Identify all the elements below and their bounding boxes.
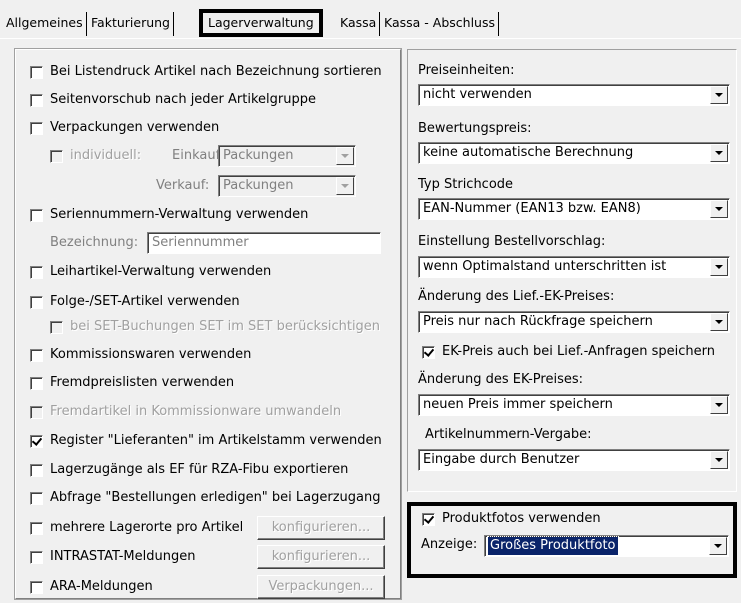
checkbox-box[interactable] <box>30 122 43 135</box>
sale-packaging-dropdown: Packungen <box>218 175 356 197</box>
chevron-down-icon <box>336 147 354 165</box>
tab-bar: Allgemeines Fakturierung Lagerverwaltung… <box>0 0 741 40</box>
supplier-price-change-label: Änderung des Lief.-EK-Preises: <box>418 289 615 304</box>
checkbox-box <box>30 406 43 419</box>
checkbox-box[interactable] <box>30 492 43 505</box>
ara-packaging-button: Verpackungen... <box>257 575 385 599</box>
multi-location-configure-button: konfigurieren... <box>257 516 385 540</box>
chevron-down-icon[interactable] <box>710 86 728 104</box>
supplier-price-change-dropdown[interactable]: Preis nur nach Rückfrage speichern <box>418 311 730 333</box>
tab-divider <box>0 38 741 39</box>
valuation-price-label: Bewertungspreis: <box>418 121 532 136</box>
display-dropdown[interactable]: Großes Produktfoto <box>484 535 729 557</box>
checkbox-box[interactable] <box>30 296 43 309</box>
chevron-down-icon <box>336 177 354 195</box>
designation-label: Bezeichnung: <box>50 235 139 250</box>
order-suggestion-dropdown[interactable]: wenn Optimalstand unterschritten ist <box>418 256 730 278</box>
sale-label: Verkauf: <box>156 178 210 193</box>
checkbox-box <box>50 321 63 334</box>
chevron-down-icon[interactable] <box>710 200 728 218</box>
article-numbers-label: Artikelnummern-Vergabe: <box>425 427 592 442</box>
purchase-packaging-dropdown: Packungen <box>218 145 356 167</box>
price-units-dropdown[interactable]: nicht verwenden <box>418 84 730 106</box>
checkbox-box[interactable] <box>422 513 435 526</box>
checkbox-box[interactable] <box>30 551 43 564</box>
intrastat-configure-button: konfigurieren... <box>257 545 385 569</box>
checkbox-box[interactable] <box>30 266 43 279</box>
chevron-down-icon[interactable] <box>710 258 728 276</box>
valuation-price-dropdown[interactable]: keine automatische Berechnung <box>418 142 730 164</box>
barcode-type-label: Typ Strichcode <box>418 177 514 192</box>
price-units-label: Preiseinheiten: <box>418 63 515 78</box>
designation-input: Seriennummer <box>147 232 381 254</box>
checkbox-box[interactable] <box>422 346 435 359</box>
checkbox-box[interactable] <box>30 581 43 594</box>
checkbox-box[interactable] <box>30 66 43 79</box>
checkbox-box[interactable] <box>30 435 43 448</box>
checkbox-box[interactable] <box>30 349 43 362</box>
checkbox-box[interactable] <box>30 209 43 222</box>
article-numbers-dropdown[interactable]: Eingabe durch Benutzer <box>418 449 730 471</box>
chevron-down-icon[interactable] <box>710 451 728 469</box>
purchase-label: Einkauf: <box>172 148 225 163</box>
chevron-down-icon[interactable] <box>710 313 728 331</box>
ek-price-change-dropdown[interactable]: neuen Preis immer speichern <box>418 394 730 416</box>
checkbox-box <box>50 150 63 163</box>
chevron-down-icon[interactable] <box>710 396 728 414</box>
barcode-type-dropdown[interactable]: EAN-Nummer (EAN13 bzw. EAN8) <box>418 198 730 220</box>
checkbox-box[interactable] <box>30 522 43 535</box>
tab-kassa[interactable]: Kassa <box>337 12 381 36</box>
order-suggestion-label: Einstellung Bestellvorschlag: <box>418 234 606 249</box>
tab-fakturierung[interactable]: Fakturierung <box>88 12 174 36</box>
tab-allgemeines[interactable]: Allgemeines <box>3 12 87 36</box>
checkbox-box[interactable] <box>30 377 43 390</box>
chevron-down-icon[interactable] <box>709 537 727 555</box>
checkbox-box[interactable] <box>30 464 43 477</box>
chevron-down-icon[interactable] <box>710 144 728 162</box>
tab-lagerverwaltung[interactable]: Lagerverwaltung <box>199 9 323 37</box>
ek-price-change-label: Änderung des EK-Preises: <box>418 372 584 387</box>
checkbox-box[interactable] <box>30 94 43 107</box>
tab-kassa-abschluss[interactable]: Kassa - Abschluss <box>381 12 499 36</box>
display-label: Anzeige: <box>421 537 478 552</box>
